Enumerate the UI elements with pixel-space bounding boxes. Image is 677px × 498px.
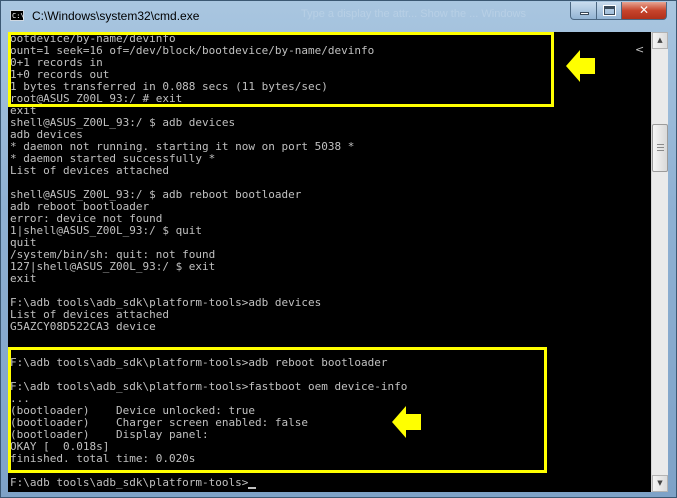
scroll-down-button[interactable]: ▼ <box>652 475 668 492</box>
console-line: adb devices <box>10 128 83 141</box>
minimize-icon <box>580 12 589 15</box>
minimize-button[interactable] <box>570 2 597 20</box>
vertical-scrollbar[interactable]: ▲ ▼ <box>651 32 668 492</box>
title-bar[interactable]: C:\ C:\Windows\system32\cmd.exe Type a d… <box>1 1 676 31</box>
console-line: F:\adb tools\adb_sdk\platform-tools>adb … <box>10 296 322 309</box>
scroll-thumb[interactable] <box>652 124 668 172</box>
command-prompt[interactable]: F:\adb tools\adb_sdk\platform-tools> <box>10 477 257 489</box>
console-line: G5AZCY08D522CA3 device <box>10 320 156 333</box>
console-line: shell@ASUS_Z00L_93:/ $ adb reboot bootlo… <box>10 188 302 201</box>
console-line: adb reboot bootloader <box>10 200 150 213</box>
console-line: 1|shell@ASUS_Z00L_93:/ $ quit <box>10 224 203 237</box>
console-line: List of devices attached <box>10 308 169 321</box>
console-line: /system/bin/sh: quit: not found <box>10 248 216 261</box>
background-hint-text: Type a display the attr... Show the ... … <box>301 8 527 20</box>
console-line: List of devices attached <box>10 164 169 177</box>
console-line: * daemon started successfully * <box>10 152 216 165</box>
highlight-box-top <box>8 32 554 107</box>
maximize-button[interactable] <box>596 2 622 20</box>
arrow-left-icon <box>392 406 421 438</box>
cmd-app-icon[interactable]: C:\ <box>10 10 25 21</box>
close-icon: ✕ <box>638 3 650 17</box>
highlight-box-bottom <box>8 347 547 473</box>
console-line: * daemon not running. starting it now on… <box>10 140 355 153</box>
console-line: error: device not found <box>10 212 163 225</box>
arrow-left-icon <box>566 50 595 82</box>
console-output[interactable]: F:\adb tools\adb_sdk\platform-tools> fini… <box>8 32 651 492</box>
text-cursor <box>248 487 257 489</box>
console-line: quit <box>10 236 37 249</box>
chevron-down-icon: ▼ <box>657 479 663 487</box>
console-line: shell@ASUS_Z00L_93:/ $ adb devices <box>10 116 236 129</box>
cmd-window: C:\ C:\Windows\system32\cmd.exe Type a d… <box>0 0 677 498</box>
chevron-up-icon: ▲ <box>657 36 663 44</box>
scroll-up-button[interactable]: ▲ <box>652 32 668 49</box>
window-title: C:\Windows\system32\cmd.exe <box>32 9 200 23</box>
chevron-left-icon: < <box>635 43 645 56</box>
maximize-icon <box>603 5 616 16</box>
console-line: exit <box>10 272 37 285</box>
console-line: 127|shell@ASUS_Z00L_93:/ $ exit <box>10 260 216 273</box>
close-button[interactable]: ✕ <box>621 2 667 20</box>
